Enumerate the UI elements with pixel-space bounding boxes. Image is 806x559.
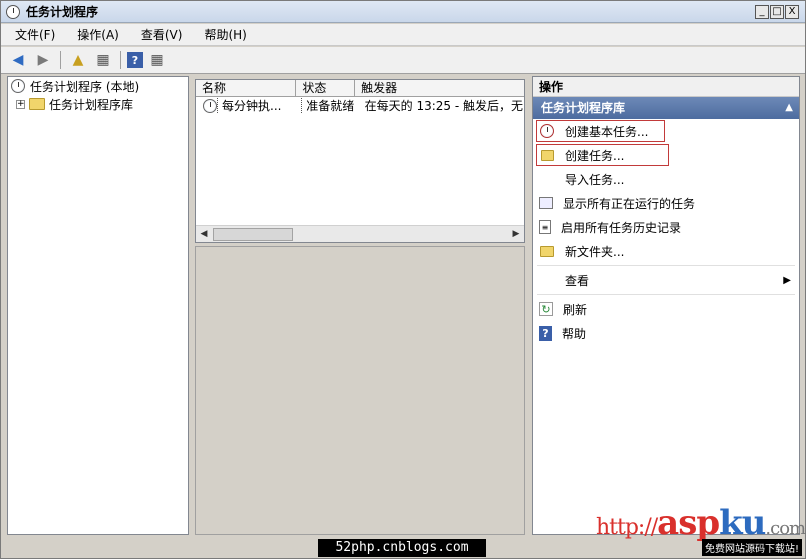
- task-scheduler-window: 任务计划程序 _ □ X 文件(F) 操作(A) 查看(V) 帮助(H) ◀ ▶…: [0, 0, 806, 559]
- brand-logo-text: http://aspku.com: [596, 503, 806, 543]
- view-menu-button[interactable]: 查看 ▶: [533, 268, 799, 292]
- divider: [537, 294, 795, 295]
- refresh-icon: ↻: [539, 302, 553, 316]
- toolbar-separator: [60, 51, 61, 69]
- create-task-button[interactable]: 创建任务...: [533, 143, 799, 167]
- show-running-tasks-button[interactable]: 显示所有正在运行的任务: [533, 191, 799, 215]
- scroll-thumb[interactable]: [213, 227, 293, 241]
- maximize-button[interactable]: □: [770, 5, 784, 19]
- watermark-site: 52php.cnblogs.com: [318, 539, 486, 557]
- task-details-pane: [195, 246, 525, 535]
- forward-icon[interactable]: ▶: [32, 49, 54, 71]
- view-menu-label: 查看: [565, 273, 590, 288]
- folder-clock-icon: [29, 98, 45, 110]
- close-button[interactable]: X: [785, 5, 799, 19]
- divider: [537, 265, 795, 266]
- task-icon: [203, 98, 217, 113]
- navigation-tree: 任务计划程序 (本地) + 任务计划程序库: [7, 76, 189, 535]
- help-button[interactable]: ? 帮助: [533, 321, 799, 345]
- menu-help[interactable]: 帮助(H): [190, 26, 254, 43]
- horizontal-scrollbar[interactable]: ◀ ▶: [196, 225, 524, 242]
- task-name: 每分钟执...: [217, 97, 303, 114]
- enable-history-button[interactable]: ≡ 启用所有任务历史记录: [533, 215, 799, 239]
- enable-history-label: 启用所有任务历史记录: [561, 220, 682, 235]
- menu-bar: 文件(F) 操作(A) 查看(V) 帮助(H): [1, 24, 805, 46]
- column-trigger[interactable]: 触发器: [355, 80, 524, 96]
- menu-file[interactable]: 文件(F): [1, 26, 63, 43]
- toolbar-separator: [120, 51, 121, 69]
- toolbar: ◀ ▶ ▲ ▦ ? ▦: [1, 47, 805, 74]
- help-icon: ?: [539, 325, 552, 341]
- highlight-box: [536, 144, 669, 166]
- highlight-box: [536, 120, 665, 142]
- task-status: 准备就绪: [306, 99, 355, 113]
- actions-pane: 操作 任务计划程序库 ▲ 创建基本任务... 创建任务... 导入任务... 显…: [532, 76, 800, 535]
- window-title: 任务计划程序: [26, 5, 99, 19]
- actions-section[interactable]: 任务计划程序库 ▲: [533, 97, 799, 119]
- task-trigger: 在每天的 13:25 - 触发后，无: [364, 99, 523, 113]
- refresh-button[interactable]: ↻ 刷新: [533, 297, 799, 321]
- import-task-button[interactable]: 导入任务...: [533, 167, 799, 191]
- show-running-tasks-label: 显示所有正在运行的任务: [563, 196, 696, 211]
- help-label: 帮助: [562, 326, 587, 341]
- brand-logo: http://aspku.com 免费网站源码下载站!: [596, 503, 806, 559]
- help-icon[interactable]: ?: [127, 52, 143, 68]
- column-status[interactable]: 状态: [296, 80, 356, 96]
- minimize-button[interactable]: _: [755, 5, 769, 19]
- task-list: 名称 状态 触发器 每分钟执... 准备就绪 在每天的 13:25 - 触发后，…: [195, 79, 525, 243]
- column-name[interactable]: 名称: [196, 80, 297, 96]
- new-folder-label: 新文件夹...: [565, 244, 625, 259]
- running-tasks-icon: [539, 197, 553, 209]
- actions-header: 操作: [533, 77, 799, 97]
- new-folder-icon: [539, 243, 555, 259]
- back-icon[interactable]: ◀: [7, 49, 29, 71]
- import-task-label: 导入任务...: [565, 172, 625, 187]
- title-bar: 任务计划程序 _ □ X: [1, 1, 805, 23]
- submenu-arrow-icon: ▶: [783, 274, 791, 286]
- tree-item-library[interactable]: + 任务计划程序库: [8, 95, 188, 113]
- collapse-icon[interactable]: ▲: [785, 97, 793, 119]
- new-folder-button[interactable]: 新文件夹...: [533, 239, 799, 263]
- table-header: 名称 状态 触发器: [196, 80, 524, 97]
- up-folder-icon[interactable]: ▲: [67, 49, 89, 71]
- history-icon: ≡: [539, 220, 551, 234]
- table-row[interactable]: 每分钟执... 准备就绪 在每天的 13:25 - 触发后，无: [196, 97, 524, 114]
- brand-tagline: 免费网站源码下载站!: [701, 539, 802, 556]
- clock-icon: [6, 4, 20, 19]
- tree-library-label: 任务计划程序库: [49, 97, 134, 112]
- create-basic-task-button[interactable]: 创建基本任务...: [533, 119, 799, 143]
- clock-icon: [11, 79, 25, 93]
- actions-section-title: 任务计划程序库: [541, 101, 626, 115]
- scroll-left-icon[interactable]: ◀: [196, 226, 212, 242]
- tree-root-label: 任务计划程序 (本地): [30, 79, 140, 94]
- menu-action[interactable]: 操作(A): [63, 26, 127, 43]
- tree-item-root[interactable]: 任务计划程序 (本地): [8, 77, 188, 95]
- expand-icon[interactable]: +: [16, 99, 25, 109]
- window-controls: _ □ X: [755, 5, 799, 19]
- scroll-right-icon[interactable]: ▶: [508, 226, 524, 242]
- menu-view[interactable]: 查看(V): [127, 26, 191, 43]
- show-hide-tree-icon[interactable]: ▦: [92, 49, 114, 71]
- show-hide-action-pane-icon[interactable]: ▦: [146, 49, 168, 71]
- refresh-label: 刷新: [563, 302, 588, 317]
